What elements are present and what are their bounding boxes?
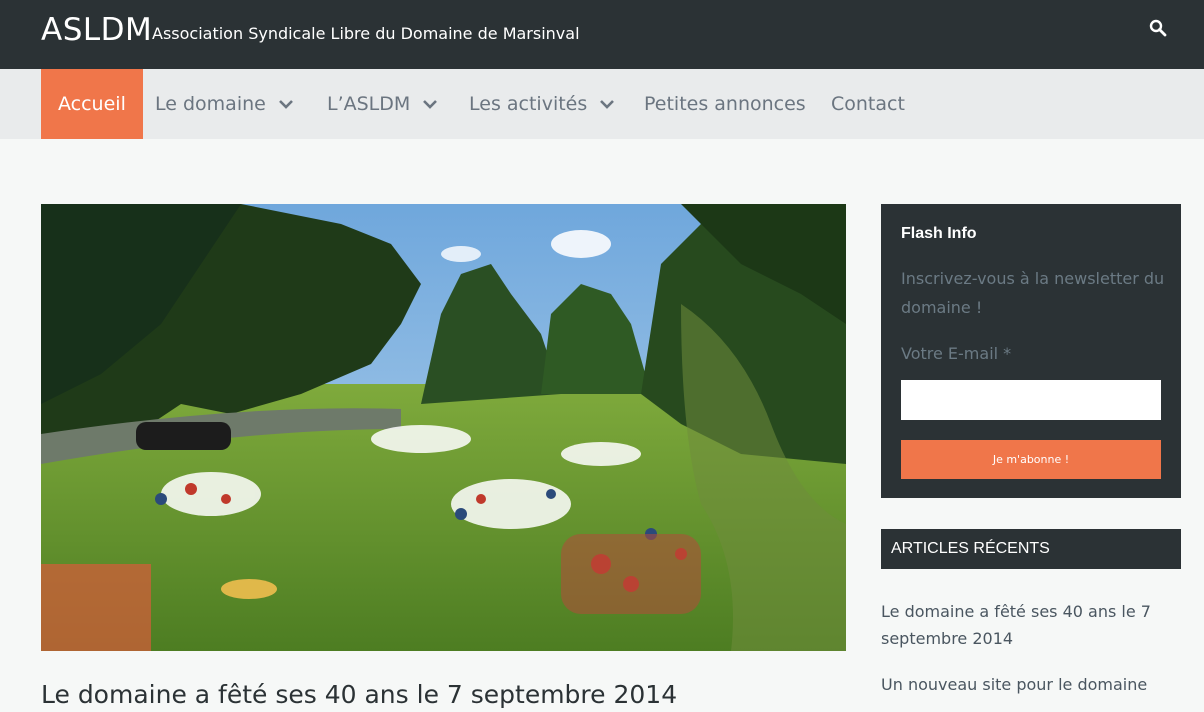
subscribe-button[interactable]: Je m'abonne ! (901, 440, 1161, 479)
nav-item-contact[interactable]: Contact (831, 69, 905, 139)
main-navigation: Accueil Le domaine L’ASLDM Les activités… (0, 69, 1204, 139)
featured-photo (41, 204, 846, 651)
nav-item-les-activites[interactable]: Les activités (469, 69, 615, 139)
nav-item-label: Accueil (58, 93, 126, 115)
chevron-down-icon (423, 100, 438, 109)
search-icon[interactable] (1149, 19, 1167, 37)
featured-image[interactable] (41, 204, 846, 651)
top-header: ASLDM Association Syndicale Libre du Dom… (0, 0, 1204, 69)
post-title[interactable]: Le domaine a fêté ses 40 ans le 7 septem… (41, 680, 677, 709)
nav-item-accueil[interactable]: Accueil (41, 69, 143, 139)
flash-info-widget: Flash Info Inscrivez-vous à la newslette… (881, 204, 1181, 498)
email-label: Votre E-mail * (901, 344, 1012, 363)
nav-item-label: L’ASLDM (327, 93, 411, 115)
recent-article-link[interactable]: Le domaine a fêté ses 40 ans le 7 septem… (881, 598, 1171, 652)
chevron-down-icon (600, 100, 615, 109)
widget-title: Flash Info (901, 225, 977, 242)
newsletter-text: Inscrivez-vous à la newsletter du domain… (901, 269, 1165, 317)
email-field[interactable] (901, 380, 1161, 420)
recent-articles-heading: ARTICLES RÉCENTS (881, 529, 1181, 569)
site-description: Association Syndicale Libre du Domaine d… (152, 24, 580, 43)
nav-item-label: Le domaine (155, 93, 266, 115)
nav-item-label: Contact (831, 93, 905, 115)
nav-item-label: Petites annonces (644, 93, 806, 115)
nav-item-label: Les activités (469, 93, 588, 115)
site-title[interactable]: ASLDM (41, 12, 152, 48)
recent-article-link[interactable]: Un nouveau site pour le domaine (881, 671, 1171, 698)
nav-item-asldm[interactable]: L’ASLDM (327, 69, 438, 139)
nav-item-le-domaine[interactable]: Le domaine (155, 69, 294, 139)
nav-item-petites-annonces[interactable]: Petites annonces (644, 69, 806, 139)
chevron-down-icon (278, 100, 293, 109)
